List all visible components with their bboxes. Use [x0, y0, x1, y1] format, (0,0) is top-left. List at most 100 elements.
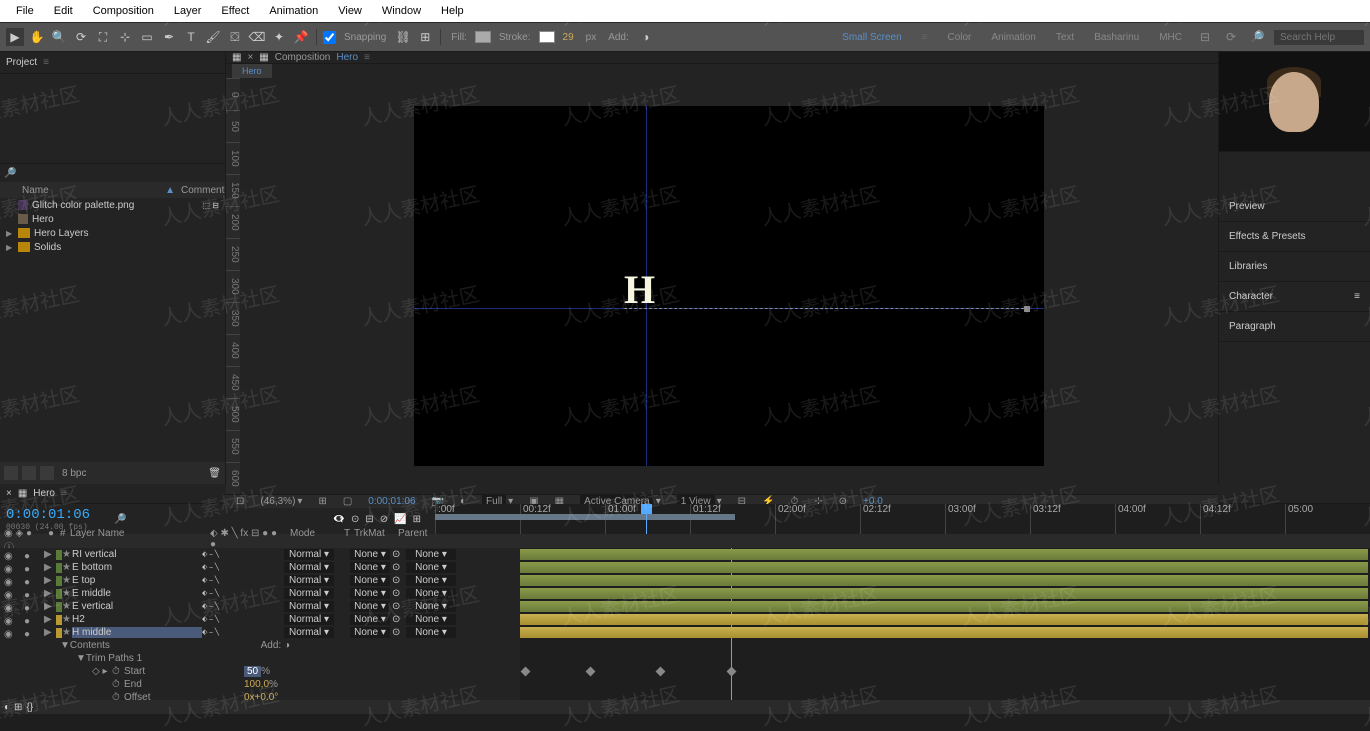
brush-tool-icon[interactable]: 🖌 [204, 28, 222, 46]
panel-text[interactable]: Text [1050, 32, 1080, 43]
menu-animation[interactable]: Animation [259, 2, 328, 20]
timeline-tab[interactable]: Hero [33, 488, 55, 499]
selection-bbox[interactable] [624, 308, 1024, 309]
mask-toggle-icon[interactable]: ▢ [339, 496, 356, 507]
trash-icon[interactable]: 🗑 [208, 468, 221, 479]
rotation-tool-icon[interactable]: ⟳ [72, 28, 90, 46]
panel-animation[interactable]: Animation [985, 32, 1041, 43]
layer-bar[interactable] [520, 614, 1368, 625]
layer-row[interactable]: ◉● ▶ ★H middle ⬖ ⎯ ╲ Normal ▾ None ▾⊙ No… [0, 626, 520, 639]
render-queue-icon[interactable]: × [6, 488, 12, 499]
pan-behind-tool-icon[interactable]: ⊹ [116, 28, 134, 46]
layer-row[interactable]: ◉● ▶ ★E top ⬖ ⎯ ╲ Normal ▾ None ▾⊙ None … [0, 574, 520, 587]
type-tool-icon[interactable]: T [182, 28, 200, 46]
selection-tool-icon[interactable]: ▶ [6, 28, 24, 46]
layer-row[interactable]: ◉● ▶ ★RI vertical ⬖ ⎯ ╲ Normal ▾ None ▾⊙… [0, 548, 520, 561]
character-panel[interactable]: Character≡ [1219, 282, 1370, 312]
shy-icon[interactable]: 👁‍🗨 [333, 514, 345, 525]
layer-bar[interactable] [520, 601, 1368, 612]
fill-swatch[interactable] [475, 31, 491, 43]
menu-edit[interactable]: Edit [44, 2, 83, 20]
layer-row[interactable]: ◉● ▶ ★E vertical ⬖ ⎯ ╲ Normal ▾ None ▾⊙ … [0, 600, 520, 613]
snap-opt-icon[interactable]: ⛓ [394, 28, 412, 46]
stroke-swatch[interactable] [539, 31, 555, 43]
grid-icon[interactable]: ⊞ [314, 496, 330, 507]
toggle-switches-icon[interactable]: ◐ [4, 702, 10, 713]
add-menu-icon[interactable]: ◑ [637, 28, 655, 46]
paragraph-panel[interactable]: Paragraph [1219, 312, 1370, 342]
snapping-checkbox[interactable] [323, 31, 336, 44]
preview-panel[interactable]: Preview [1219, 192, 1370, 222]
panel-basharinu[interactable]: Basharinu [1088, 32, 1145, 43]
zoom-tool-icon[interactable]: 🔍 [50, 28, 68, 46]
pen-tool-icon[interactable]: ✒ [160, 28, 178, 46]
motion-blur-icon[interactable]: ⊘ [380, 514, 388, 525]
toggle-inout-icon[interactable]: {} [26, 702, 33, 713]
interpret-footage-icon[interactable] [4, 466, 18, 480]
alpha-toggle-icon[interactable]: ⊡ [232, 496, 248, 507]
eraser-tool-icon[interactable]: ⌫ [248, 28, 266, 46]
graph-editor-icon[interactable]: 📈 [394, 514, 406, 525]
footage-view-icon[interactable]: ▦ [259, 52, 268, 63]
hand-tool-icon[interactable]: ✋ [28, 28, 46, 46]
roto-tool-icon[interactable]: ✦ [270, 28, 288, 46]
layer-bar[interactable] [520, 575, 1368, 586]
project-item[interactable]: ▶ Hero Layers [0, 226, 225, 240]
collapse-icon[interactable]: ⊙ [351, 514, 359, 525]
keyframe[interactable] [586, 667, 596, 677]
project-item[interactable]: Hero [0, 212, 225, 226]
snap-opt2-icon[interactable]: ⊞ [416, 28, 434, 46]
new-folder-icon[interactable] [22, 466, 36, 480]
project-tab[interactable]: Project [6, 57, 37, 68]
menu-window[interactable]: Window [372, 2, 431, 20]
current-time-indicator[interactable] [646, 504, 647, 534]
clone-tool-icon[interactable]: ⛋ [226, 28, 244, 46]
layer-bar[interactable] [520, 627, 1368, 638]
stroke-width[interactable]: 29 [559, 32, 578, 43]
flowchart-tab[interactable]: Hero [232, 64, 272, 78]
project-item[interactable]: ▶ Solids [0, 240, 225, 254]
sync-icon[interactable]: ⟳ [1222, 28, 1240, 46]
layer-row[interactable]: ◉● ▶ ★H2 ⬖ ⎯ ╲ Normal ▾ None ▾⊙ None ▾ [0, 613, 520, 626]
search-help-input[interactable] [1274, 30, 1364, 45]
preview-timecode[interactable]: 0:00:01:06 [364, 496, 419, 507]
panel-color[interactable]: Color [941, 32, 977, 43]
bpc-label[interactable]: 8 bpc [58, 468, 90, 479]
toggle-modes-icon[interactable]: ⊞ [14, 702, 22, 713]
timeline-comp-icon[interactable]: ▦ [18, 488, 27, 499]
work-area[interactable] [435, 514, 735, 520]
rect-tool-icon[interactable]: ▭ [138, 28, 156, 46]
new-comp-icon[interactable] [40, 466, 54, 480]
magnification-dropdown[interactable]: (46,3%) ▾ [256, 496, 306, 507]
frame-blend-icon[interactable]: ⊟ [365, 514, 373, 525]
workspace-dropdown[interactable]: Small Screen [836, 32, 907, 43]
menu-layer[interactable]: Layer [164, 2, 212, 20]
menu-effect[interactable]: Effect [211, 2, 259, 20]
panel-mhc[interactable]: MHC [1153, 32, 1188, 43]
canvas[interactable]: H [240, 78, 1218, 494]
menu-view[interactable]: View [328, 2, 372, 20]
project-item[interactable]: Glitch color palette.png ⬚ ⊟ [0, 198, 225, 212]
current-time[interactable]: 0:00:01:06 [6, 507, 90, 523]
camera-tool-icon[interactable]: ⛶ [94, 28, 112, 46]
menu-composition[interactable]: Composition [83, 2, 164, 20]
search-icon[interactable]: 🔎 [4, 168, 16, 179]
comp-tab-label[interactable]: Composition [275, 52, 331, 63]
timeline-search-icon[interactable]: 🔎 [114, 514, 126, 525]
layer-row[interactable]: ◉● ▶ ★E bottom ⬖ ⎯ ╲ Normal ▾ None ▾⊙ No… [0, 561, 520, 574]
effects-presets-panel[interactable]: Effects & Presets [1219, 222, 1370, 252]
menu-file[interactable]: File [6, 2, 44, 20]
layer-bar[interactable] [520, 549, 1368, 560]
layer-view-icon[interactable]: ▦ [232, 52, 241, 63]
puppet-tool-icon[interactable]: 📌 [292, 28, 310, 46]
keyframe[interactable] [521, 667, 531, 677]
libraries-panel[interactable]: Libraries [1219, 252, 1370, 282]
menu-help[interactable]: Help [431, 2, 474, 20]
layer-bar[interactable] [520, 588, 1368, 599]
brainstorm-icon[interactable]: ⊞ [413, 514, 421, 525]
keyframe[interactable] [656, 667, 666, 677]
layer-bar[interactable] [520, 562, 1368, 573]
shape-letter[interactable]: H [624, 266, 677, 313]
cc-icon[interactable]: ⊟ [1196, 28, 1214, 46]
keyframe[interactable] [727, 667, 737, 677]
